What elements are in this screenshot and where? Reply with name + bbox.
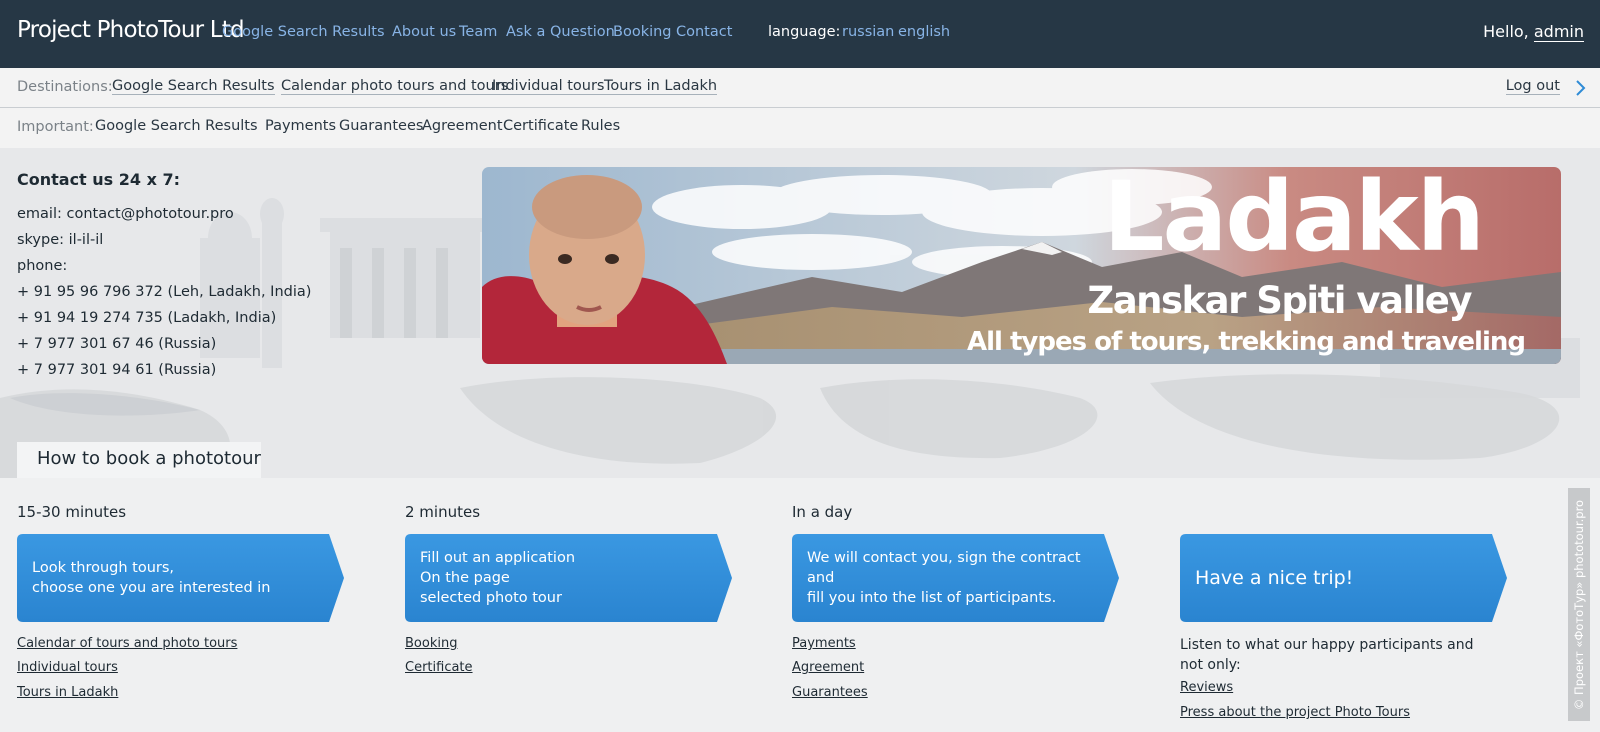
contact-phone-3: + 7 977 301 67 46 (Russia) xyxy=(17,336,217,352)
imp-guarantees[interactable]: Guarantees xyxy=(339,118,423,134)
imp-certificate[interactable]: Certificate xyxy=(503,118,578,134)
language-english[interactable]: english xyxy=(898,24,950,40)
link-reviews[interactable]: Reviews xyxy=(1180,680,1233,695)
step-1-time: 15-30 minutes xyxy=(17,503,127,521)
link-agreement[interactable]: Agreement xyxy=(792,660,864,675)
top-navbar: Project PhotoTour Ltd Google Search Resu… xyxy=(0,0,1600,68)
nav-booking[interactable]: Booking xyxy=(613,24,672,40)
link-guarantees[interactable]: Guarantees xyxy=(792,685,868,700)
imp-payments[interactable]: Payments xyxy=(265,118,336,134)
imp-rules[interactable]: Rules xyxy=(581,118,620,134)
step-2-time: 2 minutes xyxy=(405,503,481,521)
dest-tours-ladakh[interactable]: Tours in Ladakh xyxy=(604,78,718,95)
step-3-time: In a day xyxy=(792,503,853,521)
contact-skype: skype: il-il-il xyxy=(17,232,104,248)
imp-google-search-results[interactable]: Google Search Results xyxy=(95,118,258,134)
step-2-text-line-1: Fill out an application xyxy=(420,550,576,566)
destinations-bar: Destinations: Google Search Results Cale… xyxy=(0,68,1600,108)
step-2-text-line-2: On the page xyxy=(420,570,510,586)
link-booking[interactable]: Booking xyxy=(405,636,457,651)
nav-about-us[interactable]: About us xyxy=(392,24,456,40)
link-tours-ladakh[interactable]: Tours in Ladakh xyxy=(17,685,118,700)
how-to-book-heading: How to book a phototour xyxy=(17,442,261,480)
greeting-prefix: Hello, xyxy=(1483,22,1529,41)
link-certificate[interactable]: Certificate xyxy=(405,660,473,675)
step-4-note: Listen to what our happy participants an… xyxy=(1180,637,1474,673)
step-1-text-line-2: choose one you are interested in xyxy=(32,580,271,596)
link-press[interactable]: Press about the project Photo Tours xyxy=(1180,705,1410,720)
language-russian[interactable]: russian xyxy=(842,24,894,40)
step-4-text: Have a nice trip! xyxy=(1195,567,1354,589)
link-individual-tours[interactable]: Individual tours xyxy=(17,660,118,675)
nav-team[interactable]: Team xyxy=(459,24,497,40)
nav-ask-question[interactable]: Ask a Question xyxy=(506,24,615,40)
contact-email: email: contact@phototour.pro xyxy=(17,206,234,222)
step-3-arrow: We will contact you, sign the contract a… xyxy=(792,534,1119,622)
step-1-text-line-1: Look through tours, xyxy=(32,560,175,576)
contact-phone-4: + 7 977 301 94 61 (Russia) xyxy=(17,362,217,378)
imp-agreement[interactable]: Agreement xyxy=(422,118,503,134)
step-4-arrow: Have a nice trip! xyxy=(1180,534,1507,622)
dest-individual-tours[interactable]: Individual tours xyxy=(492,78,605,95)
destinations-label: Destinations: xyxy=(17,79,113,95)
link-calendar-tours[interactable]: Calendar of tours and photo tours xyxy=(17,636,237,651)
banner-subtitle: Zanskar Spiti valley xyxy=(1087,279,1472,322)
site-brand[interactable]: Project PhotoTour Ltd xyxy=(17,17,245,43)
dest-google-search-results[interactable]: Google Search Results xyxy=(112,78,275,95)
contact-phone-label: phone: xyxy=(17,258,68,274)
step-1-arrow: Look through tours, choose one you are i… xyxy=(17,534,344,622)
booking-steps: 15-30 minutes Look through tours, choose… xyxy=(0,478,1600,732)
banner-title: Ladakh xyxy=(1103,167,1485,273)
link-payments[interactable]: Payments xyxy=(792,636,856,651)
step-3-text-line-1: We will contact you, sign the contract a… xyxy=(807,550,1081,586)
photo-watermark: © Проект «ФотоТур» phototour.pro xyxy=(1568,488,1590,721)
contact-phone-2: + 91 94 19 274 735 (Ladakh, India) xyxy=(17,310,277,326)
step-2-text-line-3: selected photo tour xyxy=(420,590,562,606)
contact-title: Contact us 24 x 7: xyxy=(17,170,181,189)
language-label: language: xyxy=(768,24,841,40)
ladakh-banner[interactable]: Ladakh Zanskar Spiti valley All types of… xyxy=(482,167,1561,364)
important-label: Important: xyxy=(17,119,94,135)
logout-link[interactable]: Log out xyxy=(1505,78,1560,95)
step-3-text-line-2: fill you into the list of participants. xyxy=(807,590,1057,606)
banner-tagline: All types of tours, trekking and traveli… xyxy=(967,327,1526,357)
watermark-text: © Проект «ФотоТур» phototour.pro xyxy=(1572,499,1586,710)
important-bar: Important: Google Search Results Payment… xyxy=(0,108,1600,148)
user-greeting: Hello, admin xyxy=(1483,22,1584,42)
contact-phone-1: + 91 95 96 796 372 (Leh, Ladakh, India) xyxy=(17,284,312,300)
chevron-right-icon[interactable] xyxy=(1574,79,1586,97)
user-name-link[interactable]: admin xyxy=(1533,22,1584,42)
nav-google-search-results[interactable]: Google Search Results xyxy=(222,24,385,40)
step-2-arrow: Fill out an application On the page sele… xyxy=(405,534,732,622)
nav-contact[interactable]: Contact xyxy=(676,24,732,40)
dest-calendar-tours[interactable]: Calendar photo tours and tours xyxy=(281,78,509,95)
